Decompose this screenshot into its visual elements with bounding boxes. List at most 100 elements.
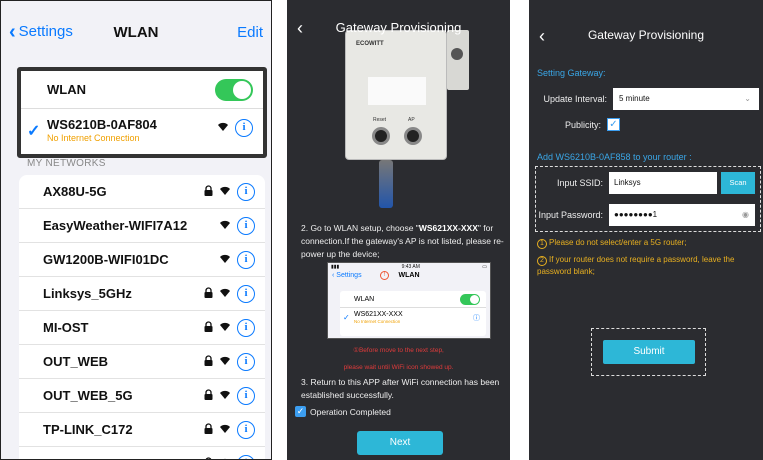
number-1-icon: 1 bbox=[537, 239, 547, 249]
wlan-card: WLAN ✓ WS6210B-0AF804 No Internet Connec… bbox=[17, 67, 267, 158]
publicity-label: Publicity: bbox=[564, 119, 601, 130]
network-name: GW1200B-WIFI01DC bbox=[43, 252, 169, 267]
lock-icon bbox=[204, 286, 213, 301]
connected-network-row[interactable]: ✓ WS6210B-0AF804 No Internet Connection … bbox=[21, 109, 263, 154]
connected-network-name: WS6210B-0AF804 bbox=[47, 117, 157, 132]
checkbox-checked-icon: ✓ bbox=[295, 406, 306, 417]
lock-icon bbox=[204, 354, 213, 369]
device-label-sticker bbox=[368, 77, 426, 105]
operation-completed-label: Operation Completed bbox=[310, 406, 391, 417]
network-name: TP-LINK_C172 bbox=[43, 422, 133, 437]
scan-button[interactable]: Scan bbox=[721, 172, 755, 194]
lock-icon bbox=[204, 320, 213, 335]
header: ‹ Gateway Provisioning bbox=[529, 0, 763, 52]
lock-icon bbox=[204, 184, 213, 199]
ssid-input[interactable]: Linksys bbox=[609, 172, 717, 194]
step-3-instructions: 3. Return to this APP after WiFi connect… bbox=[301, 377, 500, 400]
update-interval-select[interactable]: 5 minute ⌄ bbox=[613, 88, 759, 110]
password-value: ●●●●●●●●1 bbox=[614, 210, 658, 219]
list-item[interactable]: EasyWeather-WIFI7A12 i bbox=[19, 209, 265, 243]
ssid-row: Input SSID: Linksys Scan bbox=[529, 172, 755, 194]
ssid-label: Input SSID: bbox=[556, 178, 603, 188]
wifi-icon bbox=[217, 121, 229, 135]
chevron-down-icon: ⌄ bbox=[744, 94, 751, 103]
list-item[interactable]: MI-OST i bbox=[19, 311, 265, 345]
network-name: AX88U-5G bbox=[43, 184, 107, 199]
wlan-toggle-row: WLAN bbox=[21, 71, 263, 109]
info-icon[interactable]: i bbox=[237, 455, 255, 459]
password-input[interactable]: ●●●●●●●●1 ◉ bbox=[609, 204, 755, 226]
lock-icon bbox=[204, 388, 213, 403]
next-button[interactable]: Next bbox=[357, 431, 443, 455]
list-item[interactable]: OUT_WEB i bbox=[19, 345, 265, 379]
mini-info-icon: ⓘ bbox=[473, 315, 480, 322]
network-icons: i bbox=[219, 250, 255, 269]
page-title: Gateway Provisioning bbox=[587, 28, 705, 42]
wlan-toggle[interactable] bbox=[215, 78, 253, 101]
network-icons: i bbox=[219, 216, 255, 235]
wlan-label: WLAN bbox=[47, 82, 86, 97]
mini-nav: ‹ Settings ! WLAN bbox=[328, 271, 490, 283]
cable-image bbox=[379, 160, 393, 208]
info-icon[interactable]: i bbox=[237, 216, 255, 235]
info-icon[interactable]: i bbox=[237, 182, 255, 201]
update-interval-row: Update Interval: 5 minute ⌄ bbox=[529, 88, 759, 110]
network-icons: i bbox=[204, 352, 255, 371]
publicity-row: Publicity: ✓ bbox=[529, 118, 620, 131]
info-icon[interactable]: i bbox=[237, 420, 255, 439]
info-icon[interactable]: i bbox=[237, 250, 255, 269]
publicity-checkbox[interactable]: ✓ bbox=[607, 118, 620, 131]
list-item[interactable]: OUT_WEB_5G i bbox=[19, 379, 265, 413]
ap-label: AP bbox=[408, 117, 415, 123]
list-item[interactable]: Linksys_5GHz i bbox=[19, 277, 265, 311]
my-networks-header: MY NETWORKS bbox=[27, 158, 106, 169]
update-interval-label: Update Interval: bbox=[543, 94, 607, 104]
info-icon[interactable]: i bbox=[237, 284, 255, 303]
warning-1: 1 Please do not select/enter a 5G router; bbox=[537, 237, 759, 249]
gateway-provisioning-instructions-panel: ECOWITT Reset AP ‹ Gateway Provisioning … bbox=[287, 0, 510, 460]
wifi-icon bbox=[219, 423, 231, 437]
step2-prefix: 2. Go to WLAN setup, choose " bbox=[301, 223, 419, 233]
red-note-2: please wait until WiFi icon showed up. bbox=[343, 364, 454, 371]
network-name: Linksys_5GHz bbox=[43, 286, 132, 301]
password-row: Input Password: ●●●●●●●●1 ◉ bbox=[529, 204, 755, 226]
eye-icon[interactable]: ◉ bbox=[742, 204, 749, 226]
nav-bar: ‹ Settings WLAN Edit bbox=[1, 1, 271, 59]
ssid-value: Linksys bbox=[614, 178, 641, 187]
warning-2: 2 If your router does not require a passw… bbox=[537, 254, 759, 277]
info-icon[interactable]: i bbox=[237, 318, 255, 337]
reset-label: Reset bbox=[373, 117, 387, 123]
network-icons: i bbox=[204, 284, 255, 303]
mini-wlan-row: WLAN bbox=[340, 291, 486, 308]
lock-icon bbox=[204, 422, 213, 437]
header: ‹ Gateway Provisioning bbox=[287, 0, 510, 52]
gateway-provisioning-form-panel: ‹ Gateway Provisioning Setting Gateway: … bbox=[529, 0, 763, 460]
network-icons: i bbox=[204, 182, 255, 201]
wifi-icon bbox=[219, 185, 231, 199]
submit-button[interactable]: Submit bbox=[603, 340, 695, 364]
info-icon[interactable]: i bbox=[237, 386, 255, 405]
ap-button-graphic bbox=[404, 127, 422, 145]
network-name: OUT_WEB bbox=[43, 354, 108, 369]
mini-wlan-card: WLAN ✓ WS621XX-XXX No Internet Connectio… bbox=[340, 291, 486, 336]
page-title: Gateway Provisioning bbox=[335, 20, 462, 35]
ios-wlan-settings-panel: ‹ Settings WLAN Edit WLAN ✓ WS6210B-0AF8… bbox=[0, 0, 272, 460]
add-to-router-title: Add WS6210B-0AF858 to your router : bbox=[537, 152, 692, 162]
edit-button[interactable]: Edit bbox=[237, 24, 263, 41]
reset-button-graphic bbox=[372, 127, 390, 145]
list-item[interactable]: GW1200B-WIFI01DC i bbox=[19, 243, 265, 277]
operation-completed-checkbox[interactable]: ✓ Operation Completed bbox=[295, 406, 391, 417]
list-item[interactable]: TP-LINK_C172 i bbox=[19, 413, 265, 447]
info-icon[interactable]: i bbox=[237, 352, 255, 371]
network-name: MI-OST bbox=[43, 320, 89, 335]
mini-status-bar: ▮▮▮ 9:43 AM ▭ bbox=[328, 263, 490, 271]
update-interval-value: 5 minute bbox=[619, 94, 650, 103]
list-item[interactable]: AX88U-5G i bbox=[19, 175, 265, 209]
network-name: TP-LINK_D1BE bbox=[43, 457, 136, 460]
wifi-icon bbox=[219, 287, 231, 301]
mini-toggle bbox=[460, 293, 480, 305]
info-icon[interactable]: i bbox=[235, 119, 253, 137]
list-item[interactable]: TP-LINK_D1BE i bbox=[19, 447, 265, 460]
network-icons: i bbox=[204, 318, 255, 337]
network-icons: i bbox=[204, 386, 255, 405]
